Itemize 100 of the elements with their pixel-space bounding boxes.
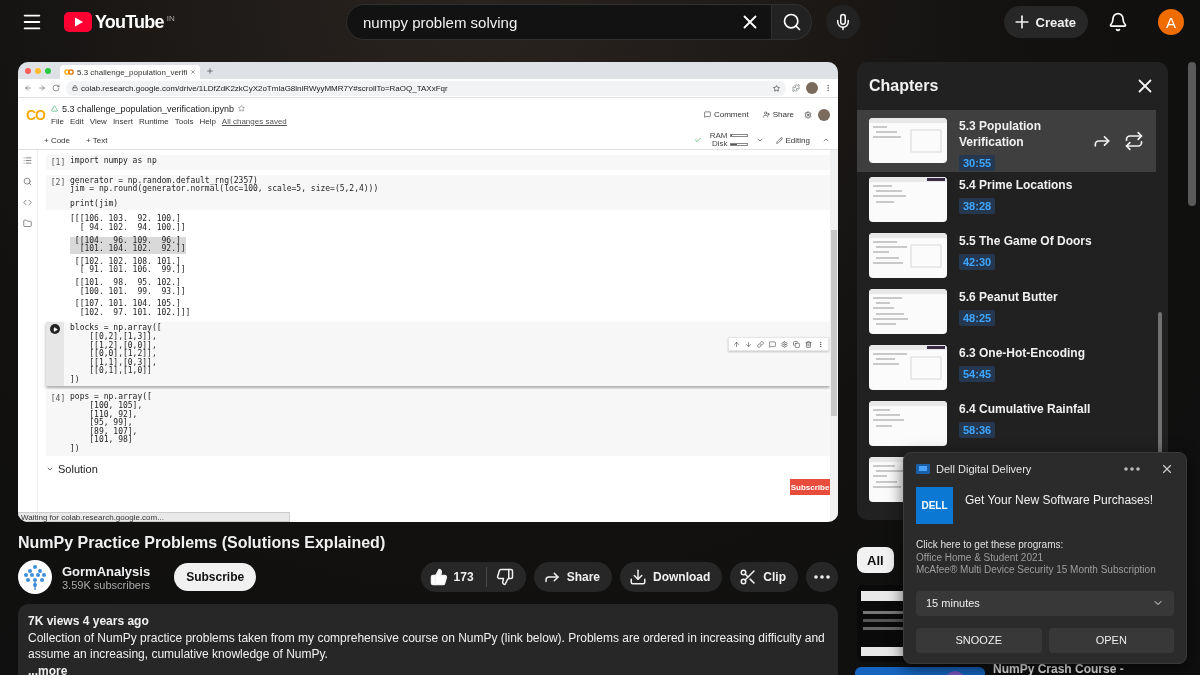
show-more-link[interactable]: ...more xyxy=(28,664,828,675)
reload-icon[interactable] xyxy=(52,84,60,92)
chapter-item[interactable]: 5.6 Peanut Butter 48:25 xyxy=(857,284,1156,340)
chapter-item[interactable]: 6.3 One-Hot-Encoding 54:45 xyxy=(857,340,1156,396)
add-cell-button[interactable]: + Code xyxy=(40,135,75,145)
people-icon xyxy=(762,111,770,118)
description-panel[interactable] xyxy=(18,604,838,675)
subscribe-overlay: Subscribe xyxy=(790,479,830,495)
pencil-icon xyxy=(775,136,783,144)
clip-button[interactable]: Clip xyxy=(730,562,798,592)
address-field[interactable]: colab.research.google.com/drive/1LDfZdK2zkCyX2oTmlaG8lniRWyyMMR7Y#scrollTo=RaOQ_TAXxFqr xyxy=(66,80,786,96)
filter-chip[interactable]: All xyxy=(857,547,894,573)
chapter-item[interactable]: 5.5 The Game Of Doors 42:30 xyxy=(857,228,1156,284)
code-line: [89, 107], xyxy=(88,427,139,436)
code-icon[interactable] xyxy=(23,198,32,207)
share-button[interactable]: Share xyxy=(533,562,612,592)
code-cell[interactable]: [1] import numpy as np xyxy=(46,155,830,170)
folder-icon[interactable] xyxy=(23,219,32,228)
chapter-timestamp[interactable]: 54:45 xyxy=(959,366,996,382)
search-button[interactable] xyxy=(772,4,812,40)
program-name: McAfee® Multi Device Security 15 Month Subscription xyxy=(916,564,1157,577)
more-icon[interactable] xyxy=(824,84,832,92)
channel-avatar-icon[interactable] xyxy=(18,560,52,594)
voice-search-button[interactable] xyxy=(826,5,860,39)
window-controls-icon[interactable] xyxy=(24,66,54,75)
subscribe-button[interactable]: Subscribe xyxy=(174,563,257,591)
code-cell[interactable]: blocks = np.array([ [[0,2],[1,3]], [[1,2],[0,0]], [[0,0],[1,2]], [[1,1],[0,3]], [[0,1],[1,0]] ]) xyxy=(46,322,830,387)
notebook-title[interactable]: 5.3 challenge_population_verification.ipynb xyxy=(62,103,235,114)
chapter-timestamp[interactable]: 42:30 xyxy=(959,254,996,270)
open-button[interactable]: OPEN xyxy=(1048,627,1174,653)
output-line: [101. 104. 102. 92.]] xyxy=(79,245,186,254)
save-status-link[interactable]: All changes saved xyxy=(221,116,287,126)
chapter-timestamp[interactable]: 58:36 xyxy=(959,422,996,438)
extensions-icon[interactable] xyxy=(792,84,800,92)
back-icon[interactable] xyxy=(24,84,32,92)
chapter-timestamp[interactable]: 30:55 xyxy=(959,155,996,171)
add-cell-button[interactable]: + Text xyxy=(82,135,112,145)
page-scrollbar-thumb[interactable] xyxy=(1188,62,1196,206)
code-line: [[1,1],[0,3]], xyxy=(88,358,158,367)
move-down-icon[interactable] xyxy=(745,340,752,348)
menu-item[interactable]: View xyxy=(89,116,107,126)
menu-item[interactable]: Runtime xyxy=(138,116,169,126)
notification-toast[interactable]: Dell Digital Delivery DELL Get Your New Software Purchases! Click here to get these programs: Office Home & Student 2021 McAfee® Multi Device Security 15 Month Subscription 15 minutes SNOOZE OPEN xyxy=(903,452,1187,664)
move-up-icon[interactable] xyxy=(733,340,740,348)
execution-count: [2] xyxy=(50,178,66,189)
settings-icon[interactable] xyxy=(781,340,788,348)
close-icon[interactable] xyxy=(1160,462,1174,476)
more-button[interactable] xyxy=(806,562,838,592)
dell-logo: DELL xyxy=(916,487,953,524)
execution-count: [1] xyxy=(50,159,66,168)
chapter-item[interactable]: 5.3 Population Verification 30:55 xyxy=(857,110,1156,172)
menu-item[interactable]: Edit xyxy=(69,116,84,126)
chapter-item[interactable]: 6.4 Cumulative Rainfall 58:36 xyxy=(857,396,1156,452)
chapter-timestamp[interactable]: 48:25 xyxy=(959,310,996,326)
settings-icon[interactable] xyxy=(804,110,812,119)
copy-icon[interactable] xyxy=(793,340,800,348)
video-title[interactable]: NumPy Crash Course - xyxy=(993,663,1124,675)
create-button[interactable]: Create xyxy=(1003,6,1088,38)
menu-item[interactable]: Insert xyxy=(112,116,133,126)
chapter-timestamp[interactable]: 38:28 xyxy=(959,198,996,214)
output-line: [ 91. 101. 106. 99.]] xyxy=(79,266,186,275)
menu-item[interactable]: Tools xyxy=(174,116,194,126)
share-button[interactable]: Share xyxy=(758,110,798,119)
editing-button[interactable]: Editing xyxy=(771,135,814,145)
menu-item[interactable]: File xyxy=(51,116,64,126)
search-icon[interactable] xyxy=(23,177,32,186)
snooze-time-select[interactable]: 15 minutes xyxy=(916,590,1174,616)
collapse-icon[interactable] xyxy=(822,136,830,144)
profile-avatar[interactable] xyxy=(806,82,818,94)
star-icon[interactable] xyxy=(238,105,246,112)
search-field[interactable]: numpy problem solving xyxy=(361,12,739,32)
comment-icon[interactable] xyxy=(769,340,776,348)
search-bar[interactable]: numpy problem solving xyxy=(346,4,772,40)
menu-item[interactable]: Help xyxy=(199,116,216,126)
profile-avatar[interactable] xyxy=(818,108,830,121)
trash-icon[interactable] xyxy=(805,340,812,348)
code-cell[interactable]: [2] generator = np.random.default_rng(2357) jim = np.round(generator.normal(loc=100, scale=5, size=(5,2,4))) print(jim) xyxy=(46,174,830,211)
usage-meter xyxy=(729,134,748,138)
forward-icon[interactable] xyxy=(38,84,46,92)
browser-tab[interactable]: 5.3 challenge_population_verifi xyxy=(60,65,201,79)
subscriber-count: 3.59K subscribers xyxy=(62,578,151,591)
new-tab-icon[interactable] xyxy=(206,66,215,75)
youtube-logo[interactable]: YouTube $^{IN}$ xyxy=(64,11,175,33)
channel-name[interactable]: GormAnalysis xyxy=(62,563,151,579)
download-button[interactable]: Download xyxy=(620,562,723,592)
star-icon[interactable] xyxy=(773,84,780,92)
output-line: [[102. 102. 108. 101.] xyxy=(73,257,181,266)
tab-favicon xyxy=(64,69,74,75)
chapter-item[interactable]: 5.4 Prime Locations 38:28 xyxy=(857,172,1156,228)
output-line: [[107. 101. 104. 105.] xyxy=(73,300,181,309)
run-button[interactable] xyxy=(50,324,60,335)
comment-button[interactable]: Comment xyxy=(699,110,753,119)
link-icon[interactable] xyxy=(757,340,764,348)
more-icon xyxy=(1124,467,1140,471)
contents-icon[interactable] xyxy=(23,156,32,165)
program-name: Office Home & Student 2021 xyxy=(916,551,1045,564)
snooze-button[interactable]: SNOOZE xyxy=(916,627,1042,653)
loop-icon[interactable] xyxy=(1124,131,1144,151)
caret-icon[interactable] xyxy=(755,136,764,144)
scrollbar-thumb[interactable] xyxy=(831,230,837,416)
